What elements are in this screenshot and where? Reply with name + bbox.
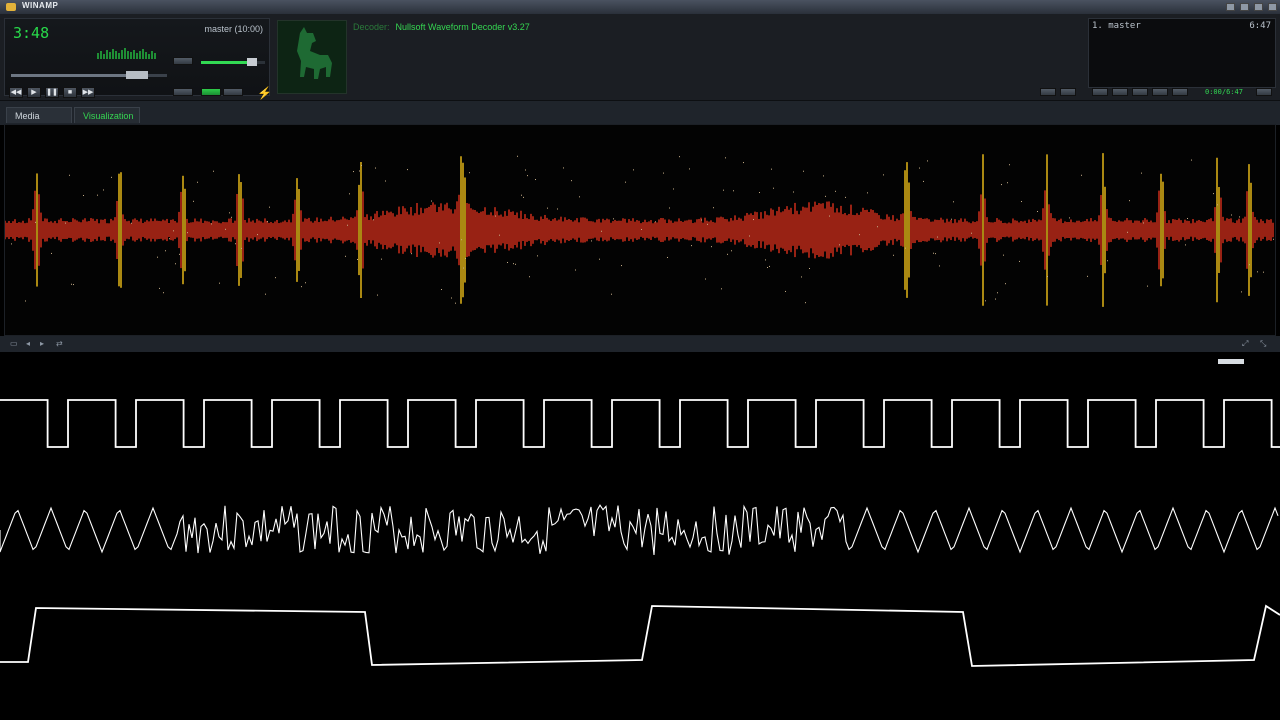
player-panel: 3:48 master (10:00) ◀◀ ▶ ❚❚ ■ ▶▶ ⚡ Decod…: [0, 14, 1280, 100]
minimize-button[interactable]: [1226, 3, 1235, 11]
waveform-visualization: [4, 153, 1274, 307]
next-button[interactable]: ▶▶: [81, 87, 95, 98]
playlist-item[interactable]: 1. master: [1092, 21, 1141, 31]
window-title: WINAMP: [22, 1, 59, 10]
playlist-panel[interactable]: 1. master 6:47: [1088, 18, 1276, 88]
playlist-list-button[interactable]: [1172, 88, 1188, 96]
album-art: [277, 20, 347, 94]
seek-bar[interactable]: [11, 71, 167, 79]
previous-button[interactable]: ◀◀: [9, 87, 23, 98]
decoder-info: Decoder: Nullsoft Waveform Decoder v3.27: [353, 22, 530, 32]
viz-window-icon[interactable]: ▭: [10, 340, 20, 348]
visualization-toolbar: ▭ ◂ ▸ ⇄ ⤢ ⤡: [0, 336, 1280, 352]
visualization-canvas[interactable]: [4, 124, 1276, 336]
playlist-add-button[interactable]: [1092, 88, 1108, 96]
song-title: master (10:00): [204, 24, 263, 34]
mini-spectrum[interactable]: [97, 45, 159, 59]
decoder-label: Decoder:: [353, 22, 390, 32]
seek-thumb[interactable]: [126, 71, 149, 79]
tab-visualization[interactable]: Visualization: [74, 107, 140, 123]
playlist-remove-button[interactable]: [1112, 88, 1128, 96]
main-display: 3:48 master (10:00) ◀◀ ▶ ❚❚ ■ ▶▶ ⚡: [4, 18, 272, 99]
tab-media-library[interactable]: Media Library: [6, 107, 72, 137]
playlist-select-button[interactable]: [1132, 88, 1148, 96]
eject-button[interactable]: [173, 88, 193, 96]
viz-fullscreen-icon[interactable]: ⤢: [1242, 340, 1252, 348]
volume-thumb[interactable]: [247, 58, 258, 66]
info-button[interactable]: [1040, 88, 1056, 96]
volume-slider[interactable]: [201, 58, 265, 66]
tab-bar: Media Library Visualization: [0, 100, 1280, 137]
repeat-toggle[interactable]: [223, 88, 243, 96]
viz-prev-icon[interactable]: ◂: [26, 340, 36, 348]
decoder-value: Nullsoft Waveform Decoder v3.27: [395, 22, 530, 32]
shade-button[interactable]: [1240, 3, 1249, 11]
maximize-button[interactable]: [1254, 3, 1263, 11]
scroll-handle[interactable]: [1218, 359, 1244, 364]
mute-button[interactable]: [173, 57, 193, 65]
playlist-misc-button[interactable]: [1152, 88, 1168, 96]
close-button[interactable]: [1268, 3, 1277, 11]
playlist-total-time: 0:00/6:47: [1205, 88, 1243, 96]
title-bar[interactable]: WINAMP: [0, 0, 1280, 15]
stop-button[interactable]: ■: [63, 87, 77, 98]
settings-button[interactable]: [1060, 88, 1076, 96]
viz-random-icon[interactable]: ⇄: [56, 340, 66, 348]
llama-icon: [297, 27, 332, 79]
oscilloscope-display: [0, 399, 1280, 667]
shuffle-toggle[interactable]: [201, 88, 221, 96]
lightning-icon[interactable]: ⚡: [257, 87, 272, 99]
winamp-logo-icon: [6, 3, 16, 11]
viz-next-icon[interactable]: ▸: [40, 340, 50, 348]
time-display[interactable]: 3:48: [13, 24, 49, 42]
playlist-item-time: 6:47: [1249, 21, 1271, 31]
play-button[interactable]: ▶: [27, 87, 41, 98]
playlist-menu-button[interactable]: [1256, 88, 1272, 96]
viz-pin-icon[interactable]: ⤡: [1260, 340, 1270, 348]
pause-button[interactable]: ❚❚: [45, 87, 59, 98]
